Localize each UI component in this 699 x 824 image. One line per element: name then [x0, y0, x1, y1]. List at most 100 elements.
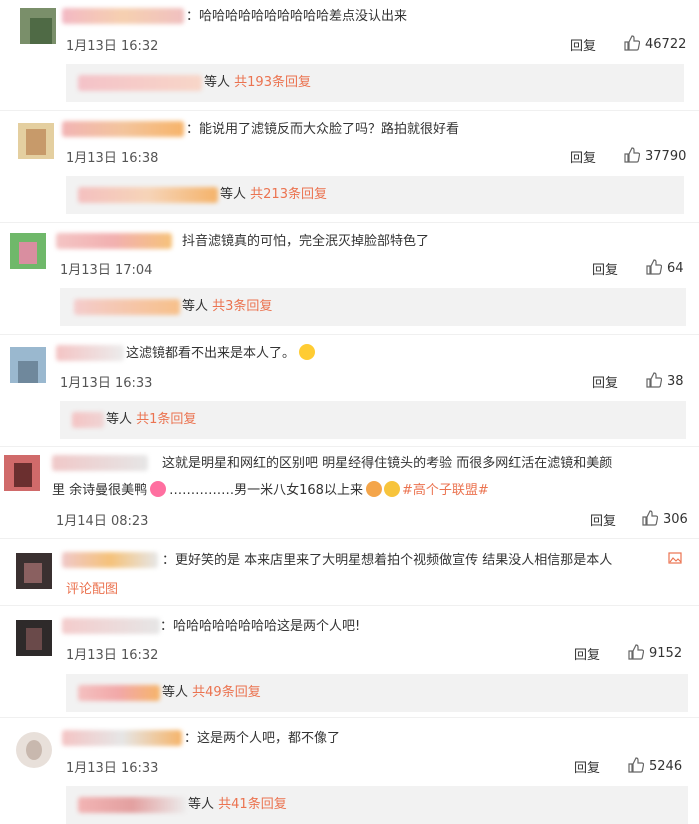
avatar[interactable]	[10, 347, 46, 383]
comment-text: 这就是明星和网红的区别吧 明星经得住镜头的考验 而很多网红活在滤镜和美颜	[162, 456, 613, 471]
avatar[interactable]	[16, 732, 52, 768]
people-suffix: 等人	[188, 797, 215, 812]
image-icon	[668, 552, 682, 564]
replier-blurred	[78, 186, 218, 203]
comment-image-label[interactable]: 评论配图	[66, 580, 118, 599]
username-blurred[interactable]	[62, 618, 160, 634]
comment-text: ：哈哈哈哈哈哈哈哈这是两个人吧!	[160, 619, 361, 634]
username-blurred[interactable]	[62, 8, 184, 24]
people-suffix: 等人	[182, 299, 209, 314]
reply-button[interactable]: 回复	[574, 644, 600, 663]
username-blurred[interactable]	[56, 345, 124, 361]
comment-time: 1月13日 16:32	[66, 39, 159, 54]
replies-summary[interactable]: 等人 共3条回复	[60, 288, 686, 326]
replies-summary[interactable]: 等人 共1条回复	[60, 401, 686, 439]
comment-time: 1月14日 08:23	[56, 514, 149, 529]
reply-count-link[interactable]: 共3条回复	[212, 299, 272, 314]
comment-text: ：这是两个人吧，都不像了	[184, 731, 341, 746]
like-count: 46722	[645, 37, 687, 52]
laughing-emoji-icon	[299, 344, 316, 360]
avatar[interactable]	[16, 553, 52, 589]
like-button[interactable]: 64	[646, 259, 684, 276]
comment-text: ：更好笑的是 本来店里来了大明星想着拍个视频做宣传 结果没人相信那是本人	[162, 553, 613, 568]
reply-button[interactable]: 回复	[570, 147, 596, 166]
comment-text-continued: 里 余诗曼很美鸭 ……………男一米八女168以上来 #高个子联盟#	[52, 481, 489, 498]
replier-blurred	[78, 684, 160, 701]
like-button[interactable]: 46722	[624, 35, 686, 52]
thumbs-up-icon	[628, 644, 645, 660]
comment-time: 1月13日 16:32	[66, 648, 159, 663]
thumbs-up-icon	[628, 757, 645, 773]
person-raising-hand-emoji-icon	[365, 481, 382, 497]
avatar[interactable]	[4, 455, 40, 491]
comment-item: 这就是明星和网红的区别吧 明星经得住镜头的考验 而很多网红活在滤镜和美颜 里 余…	[0, 447, 699, 535]
comment-text: 抖音滤镜真的可怕，完全泯灭掉脸部特色了	[182, 234, 430, 249]
replies-summary[interactable]: 等人 共49条回复	[66, 674, 688, 712]
like-button[interactable]: 306	[642, 510, 688, 527]
replier-blurred	[78, 74, 202, 91]
pointing-hand-emoji-icon	[383, 481, 400, 497]
reply-button[interactable]: 回复	[570, 35, 596, 54]
replies-summary[interactable]: 等人 共213条回复	[66, 176, 684, 214]
username-blurred[interactable]	[62, 552, 158, 568]
reply-button[interactable]: 回复	[592, 259, 618, 278]
reply-count-link[interactable]: 共213条回复	[250, 187, 327, 202]
replier-blurred	[78, 796, 186, 813]
comment-item: ：这是两个人吧，都不像了 1月13日 16:33 回复 5246 等人 共41条…	[0, 718, 699, 824]
comment-item: 抖音滤镜真的可怕，完全泯灭掉脸部特色了 1月13日 17:04 回复 64 等人…	[0, 223, 699, 333]
thumbs-up-icon	[624, 147, 641, 163]
comment-image-link[interactable]	[668, 551, 682, 571]
comment-text: 这滤镜都看不出来是本人了。	[126, 344, 316, 363]
heart-emoji-icon	[150, 481, 167, 497]
replier-blurred	[74, 298, 180, 315]
reply-button[interactable]: 回复	[590, 510, 616, 529]
thumbs-up-icon	[646, 259, 663, 275]
people-suffix: 等人	[106, 412, 133, 427]
like-count: 306	[663, 512, 688, 527]
replier-blurred	[72, 411, 104, 428]
like-count: 37790	[645, 149, 687, 164]
comment-text: ：能说用了滤镜反而大众脸了吗？路拍就很好看	[186, 122, 460, 137]
comment-item: ：更好笑的是 本来店里来了大明星想着拍个视频做宣传 结果没人相信那是本人 评论配…	[0, 539, 699, 607]
like-button[interactable]: 37790	[624, 147, 686, 164]
people-suffix: 等人	[204, 75, 231, 90]
reply-count-link[interactable]: 共41条回复	[218, 797, 287, 812]
avatar[interactable]	[10, 233, 46, 269]
like-count: 38	[667, 374, 684, 389]
reply-button[interactable]: 回复	[574, 757, 600, 776]
people-suffix: 等人	[220, 187, 247, 202]
like-button[interactable]: 5246	[628, 757, 682, 774]
reply-count-link[interactable]: 共193条回复	[234, 75, 311, 90]
avatar[interactable]	[16, 620, 52, 656]
comment-item: ：能说用了滤镜反而大众脸了吗？路拍就很好看 1月13日 16:38 回复 377…	[0, 111, 699, 221]
username-blurred[interactable]	[56, 233, 172, 249]
reply-count-link[interactable]: 共49条回复	[192, 685, 261, 700]
reply-count-link[interactable]: 共1条回复	[136, 412, 196, 427]
like-count: 64	[667, 261, 684, 276]
comment-time: 1月13日 16:33	[66, 761, 159, 776]
hashtag-link[interactable]: #高个子联盟#	[402, 483, 489, 498]
replies-summary[interactable]: 等人 共41条回复	[66, 786, 688, 824]
comment-time: 1月13日 16:33	[60, 376, 153, 391]
username-blurred[interactable]	[52, 455, 148, 471]
avatar[interactable]	[18, 123, 54, 159]
like-button[interactable]: 9152	[628, 644, 682, 661]
comment-item: ：哈哈哈哈哈哈哈哈哈哈差点没认出来 1月13日 16:32 回复 46722 等…	[0, 0, 699, 110]
comment-time: 1月13日 16:38	[66, 151, 159, 166]
thumbs-up-icon	[646, 372, 663, 388]
thumbs-up-icon	[624, 35, 641, 51]
username-blurred[interactable]	[62, 121, 184, 137]
comment-item: ：哈哈哈哈哈哈哈哈这是两个人吧! 1月13日 16:32 回复 9152 等人 …	[0, 606, 699, 716]
reply-button[interactable]: 回复	[592, 372, 618, 391]
like-count: 9152	[649, 646, 683, 661]
username-blurred[interactable]	[62, 730, 182, 746]
comment-text: ：哈哈哈哈哈哈哈哈哈哈差点没认出来	[186, 9, 408, 24]
people-suffix: 等人	[162, 685, 189, 700]
avatar[interactable]	[20, 8, 56, 44]
like-count: 5246	[649, 759, 683, 774]
comment-item: 这滤镜都看不出来是本人了。 1月13日 16:33 回复 38 等人 共1条回复	[0, 335, 699, 445]
thumbs-up-icon	[642, 510, 659, 526]
replies-summary[interactable]: 等人 共193条回复	[66, 64, 684, 102]
like-button[interactable]: 38	[646, 372, 684, 389]
comment-time: 1月13日 17:04	[60, 263, 153, 278]
